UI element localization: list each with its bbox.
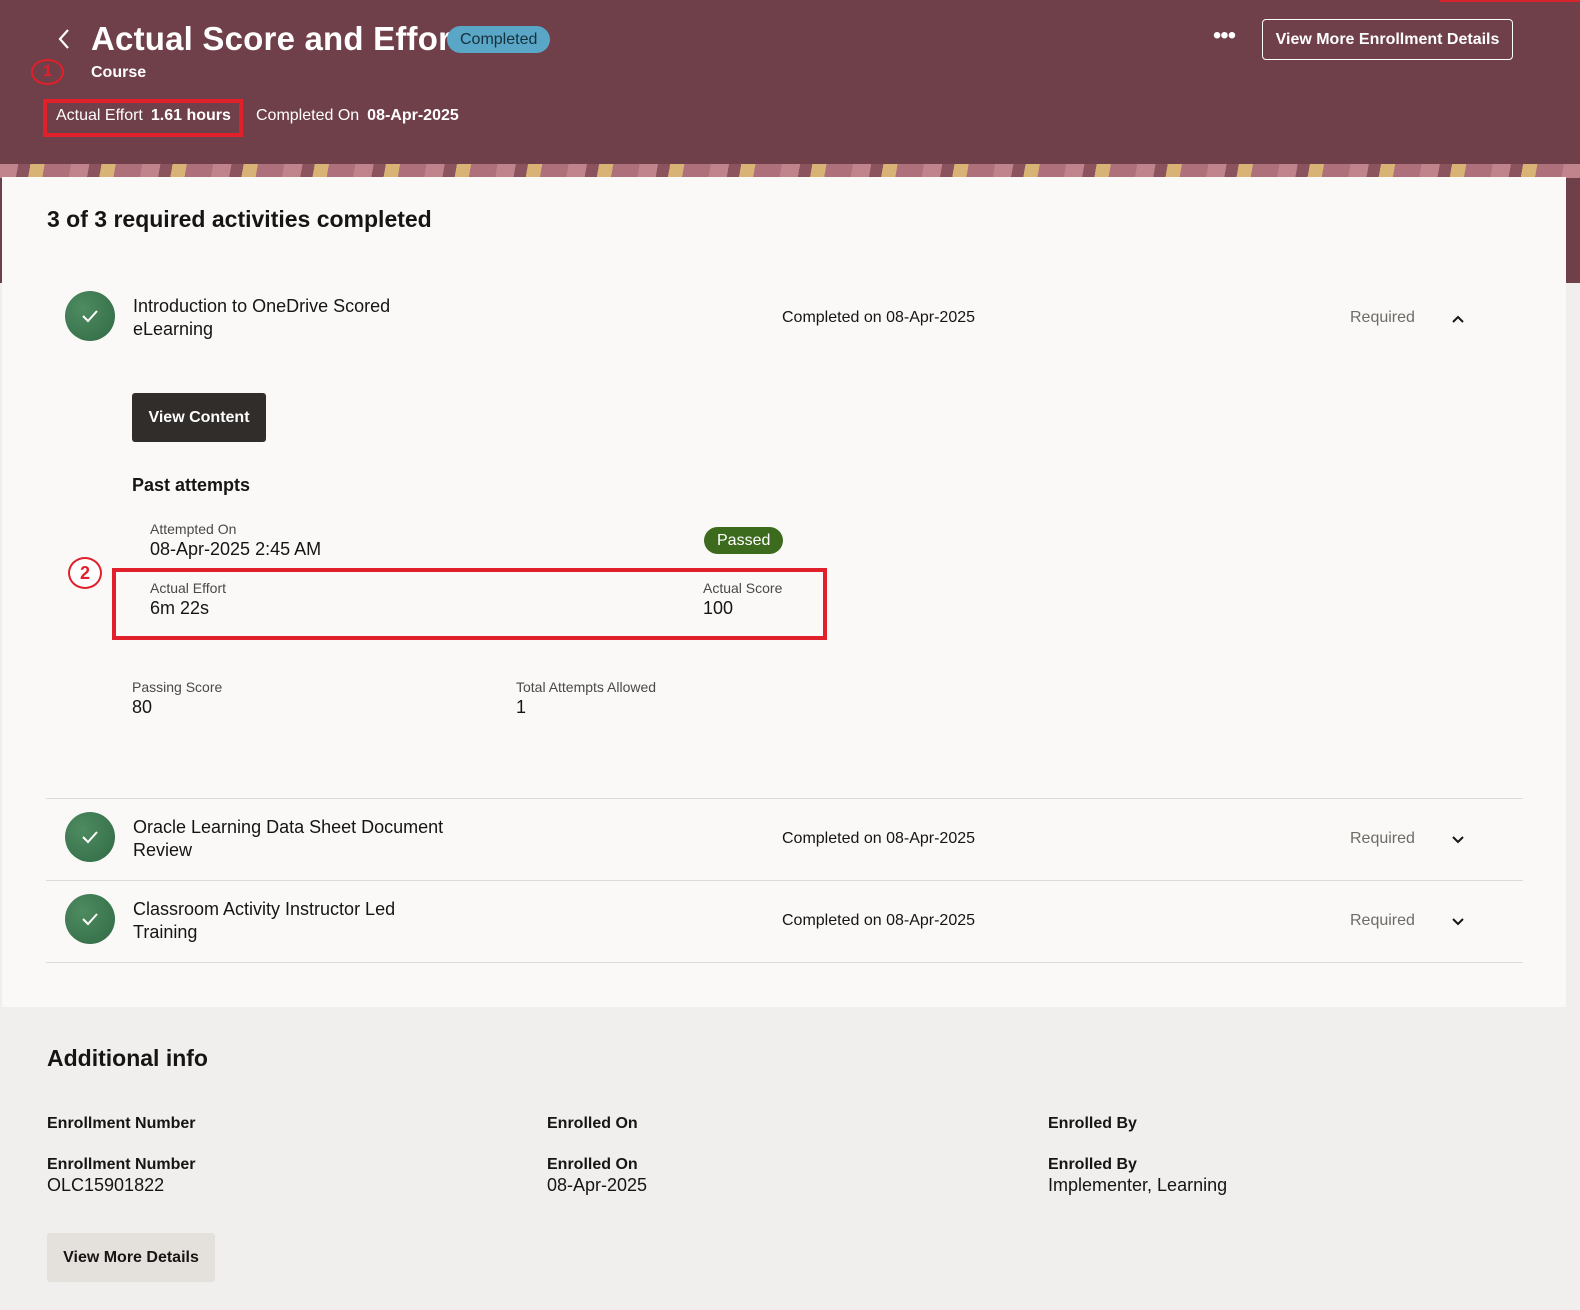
check-circle-icon [65,894,115,944]
attempt-effort-label: Actual Effort [150,580,227,596]
chevron-down-icon [1452,918,1464,926]
callout-marker-1: 1 [31,59,64,85]
enrolled-on-label: Enrolled On [547,1156,638,1173]
activity-row[interactable]: Oracle Learning Data Sheet Document Revi… [47,811,1523,871]
expand-toggle[interactable] [1447,911,1469,933]
total-attempts-label: Total Attempts Allowed [516,679,657,695]
header-decorative-band [0,164,1580,178]
passing-score-label: Passing Score [132,679,223,695]
check-circle-icon [65,812,115,862]
page-title: Actual Score and Effort [91,20,463,57]
passed-badge: Passed [704,527,784,554]
total-attempts-value: 1 [516,697,527,717]
completed-on-value: 08-Apr-2025 [367,107,459,124]
completed-on-summary: Completed On 08-Apr-2025 [256,107,459,125]
activity-name[interactable]: Introduction to OneDrive Scored eLearnin… [133,295,463,341]
check-circle-icon [65,291,115,341]
activity-completed-date: Completed on 08-Apr-2025 [782,830,976,847]
divider [46,962,1523,963]
back-button[interactable] [52,26,76,52]
passing-score-value: 80 [132,697,153,717]
view-content-button[interactable]: View Content [132,393,266,442]
past-attempts-title: Past attempts [132,475,251,495]
info-column-header: Enrolled By [1048,1115,1137,1132]
attempted-on-label: Attempted On [150,521,237,537]
info-column-header: Enrolled On [547,1115,638,1132]
attempted-on-value: 08-Apr-2025 2:45 AM [150,539,322,559]
more-actions-button[interactable]: ••• [1209,22,1239,55]
divider [46,880,1523,881]
chevron-down-icon [1452,836,1464,844]
completed-on-label: Completed On [256,107,360,124]
activity-required-label: Required [1350,309,1415,326]
expand-toggle[interactable] [1447,829,1469,851]
activity-row[interactable]: Classroom Activity Instructor Led Traini… [47,893,1523,953]
attempt-score-value: 100 [703,598,734,618]
status-badge: Completed [447,26,551,53]
activity-required-label: Required [1350,912,1415,929]
activity-name[interactable]: Oracle Learning Data Sheet Document Revi… [133,816,463,862]
ellipsis-icon: ••• [1212,22,1236,49]
activity-row[interactable]: Introduction to OneDrive Scored eLearnin… [47,290,1523,350]
chevron-left-icon [58,29,69,49]
attempt-score-label: Actual Score [703,580,783,596]
header-accent [1440,0,1580,2]
enrolled-on-value: 08-Apr-2025 [547,1175,648,1195]
view-more-enrollment-details-button[interactable]: View More Enrollment Details [1262,19,1513,60]
info-column-header: Enrollment Number [47,1115,196,1132]
enrolled-by-value: Implementer, Learning [1048,1175,1228,1195]
activity-name[interactable]: Classroom Activity Instructor Led Traini… [133,898,463,944]
enrolled-by-label: Enrolled By [1048,1156,1137,1173]
enrollment-number-value: OLC15901822 [47,1175,165,1195]
highlight-box-actual-effort [43,99,243,137]
activity-required-label: Required [1350,830,1415,847]
divider [46,798,1523,799]
callout-marker-2: 2 [68,557,102,589]
collapse-toggle[interactable] [1447,308,1469,330]
activity-completed-date: Completed on 08-Apr-2025 [782,912,976,929]
chevron-up-icon [1452,315,1464,323]
page-subtitle: Course [91,64,147,81]
activities-summary: 3 of 3 required activities completed [47,206,432,232]
activity-completed-date: Completed on 08-Apr-2025 [782,309,976,326]
enrollment-number-label: Enrollment Number [47,1156,196,1173]
view-more-details-button[interactable]: View More Details [47,1233,215,1282]
attempt-effort-value: 6m 22s [150,598,210,618]
additional-info-title: Additional info [47,1045,208,1071]
